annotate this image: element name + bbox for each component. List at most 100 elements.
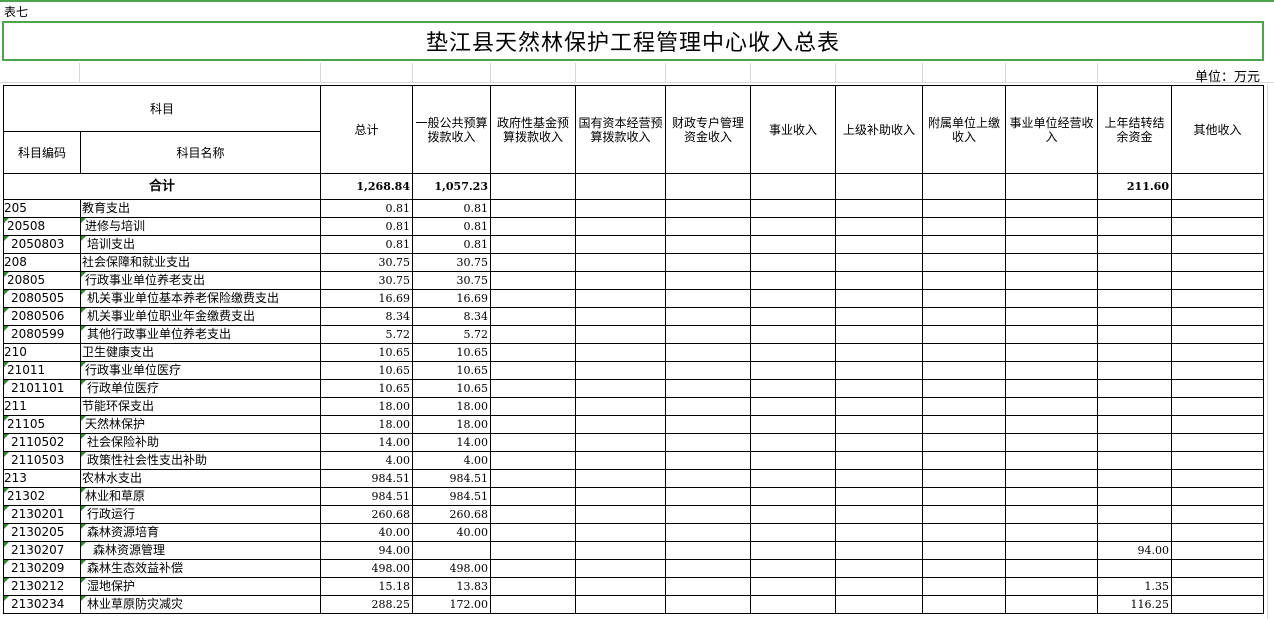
cell-empty[interactable] [490,343,576,362]
cell-empty[interactable] [490,397,576,416]
cell-empty[interactable] [490,289,576,308]
subject-name[interactable]: 天然林保护 [80,415,321,434]
cell-empty[interactable] [1005,415,1098,434]
cell-empty[interactable] [665,559,751,578]
total-cell[interactable] [665,173,751,200]
cell-empty[interactable] [922,361,1006,380]
cell-carryover[interactable] [1097,307,1172,326]
subject-code[interactable]: 2110503 [3,451,81,470]
cell-empty[interactable] [1005,307,1098,326]
cell-empty[interactable] [575,433,666,452]
cell-empty[interactable] [1005,559,1098,578]
cell-empty[interactable] [665,505,751,524]
cell-empty[interactable] [665,577,751,596]
cell-empty[interactable] [490,559,576,578]
cell-empty[interactable] [665,361,751,380]
cell-empty[interactable] [1005,577,1098,596]
cell-total[interactable]: 0.81 [320,199,413,218]
subject-code[interactable]: 2130205 [3,523,81,542]
cell-empty[interactable] [1005,271,1098,290]
cell-general-budget[interactable]: 498.00 [412,559,491,578]
cell-empty[interactable] [1005,343,1098,362]
cell-empty[interactable] [490,505,576,524]
subject-code[interactable]: 20805 [3,271,81,290]
header-col-fiscal-account[interactable]: 财政专户管理资金收入 [665,85,751,174]
cell-empty[interactable] [665,307,751,326]
cell-general-budget[interactable]: 0.81 [412,235,491,254]
cell-empty[interactable] [1005,199,1098,218]
total-cell[interactable] [490,173,576,200]
cell-other-income[interactable] [1171,451,1264,470]
cell-empty[interactable] [835,541,923,560]
cell-empty[interactable] [835,415,923,434]
cell-empty[interactable] [750,469,836,488]
cell-empty[interactable] [490,361,576,380]
cell-empty[interactable] [575,487,666,506]
cell-other-income[interactable] [1171,343,1264,362]
cell-empty[interactable] [665,451,751,470]
total-cell[interactable] [922,173,1006,200]
header-col-state-capital[interactable]: 国有资本经营预算拨款收入 [575,85,666,174]
cell-empty[interactable] [1005,379,1098,398]
header-code[interactable]: 科目编码 [3,131,81,174]
subject-name[interactable]: 行政事业单位医疗 [80,361,321,380]
total-cell[interactable]: 1,057.23 [412,173,491,200]
cell-other-income[interactable] [1171,199,1264,218]
cell-empty[interactable] [835,325,923,344]
cell-other-income[interactable] [1171,361,1264,380]
cell-empty[interactable] [922,199,1006,218]
cell-general-budget[interactable]: 4.00 [412,451,491,470]
subject-code[interactable]: 2130212 [3,577,81,596]
cell-general-budget[interactable]: 18.00 [412,415,491,434]
total-cell[interactable]: 1,268.84 [320,173,413,200]
cell-empty[interactable] [490,541,576,560]
cell-general-budget[interactable]: 30.75 [412,271,491,290]
cell-empty[interactable] [835,523,923,542]
cell-empty[interactable] [665,397,751,416]
cell-total[interactable]: 15.18 [320,577,413,596]
cell-empty[interactable] [750,577,836,596]
cell-empty[interactable] [1005,523,1098,542]
cell-empty[interactable] [1005,217,1098,236]
cell-empty[interactable] [750,433,836,452]
total-cell[interactable] [750,173,836,200]
cell-empty[interactable] [1005,505,1098,524]
cell-empty[interactable] [922,235,1006,254]
cell-carryover[interactable]: 116.25 [1097,595,1172,614]
subject-code[interactable]: 213 [3,469,81,488]
cell-total[interactable]: 14.00 [320,433,413,452]
cell-empty[interactable] [922,271,1006,290]
header-name[interactable]: 科目名称 [80,131,321,174]
subject-code[interactable]: 20508 [3,217,81,236]
cell-empty[interactable] [1005,397,1098,416]
cell-empty[interactable] [750,415,836,434]
subject-code[interactable]: 211 [3,397,81,416]
cell-empty[interactable] [750,199,836,218]
cell-empty[interactable] [1005,433,1098,452]
total-cell[interactable] [575,173,666,200]
cell-empty[interactable] [490,523,576,542]
cell-carryover[interactable]: 1.35 [1097,577,1172,596]
cell-empty[interactable] [575,325,666,344]
cell-general-budget[interactable]: 172.00 [412,595,491,614]
cell-empty[interactable] [750,271,836,290]
cell-other-income[interactable] [1171,253,1264,272]
cell-total[interactable]: 10.65 [320,343,413,362]
cell-other-income[interactable] [1171,487,1264,506]
cell-empty[interactable] [575,199,666,218]
cell-empty[interactable] [922,307,1006,326]
cell-empty[interactable] [490,451,576,470]
cell-total[interactable]: 30.75 [320,253,413,272]
cell-empty[interactable] [1005,469,1098,488]
cell-empty[interactable] [835,271,923,290]
cell-empty[interactable] [835,307,923,326]
cell-general-budget[interactable]: 16.69 [412,289,491,308]
cell-empty[interactable] [490,433,576,452]
cell-total[interactable]: 260.68 [320,505,413,524]
cell-empty[interactable] [922,487,1006,506]
cell-total[interactable]: 10.65 [320,379,413,398]
cell-empty[interactable] [665,271,751,290]
cell-total[interactable]: 0.81 [320,235,413,254]
header-col-gov-fund[interactable]: 政府性基金预算拨款收入 [490,85,576,174]
cell-other-income[interactable] [1171,325,1264,344]
